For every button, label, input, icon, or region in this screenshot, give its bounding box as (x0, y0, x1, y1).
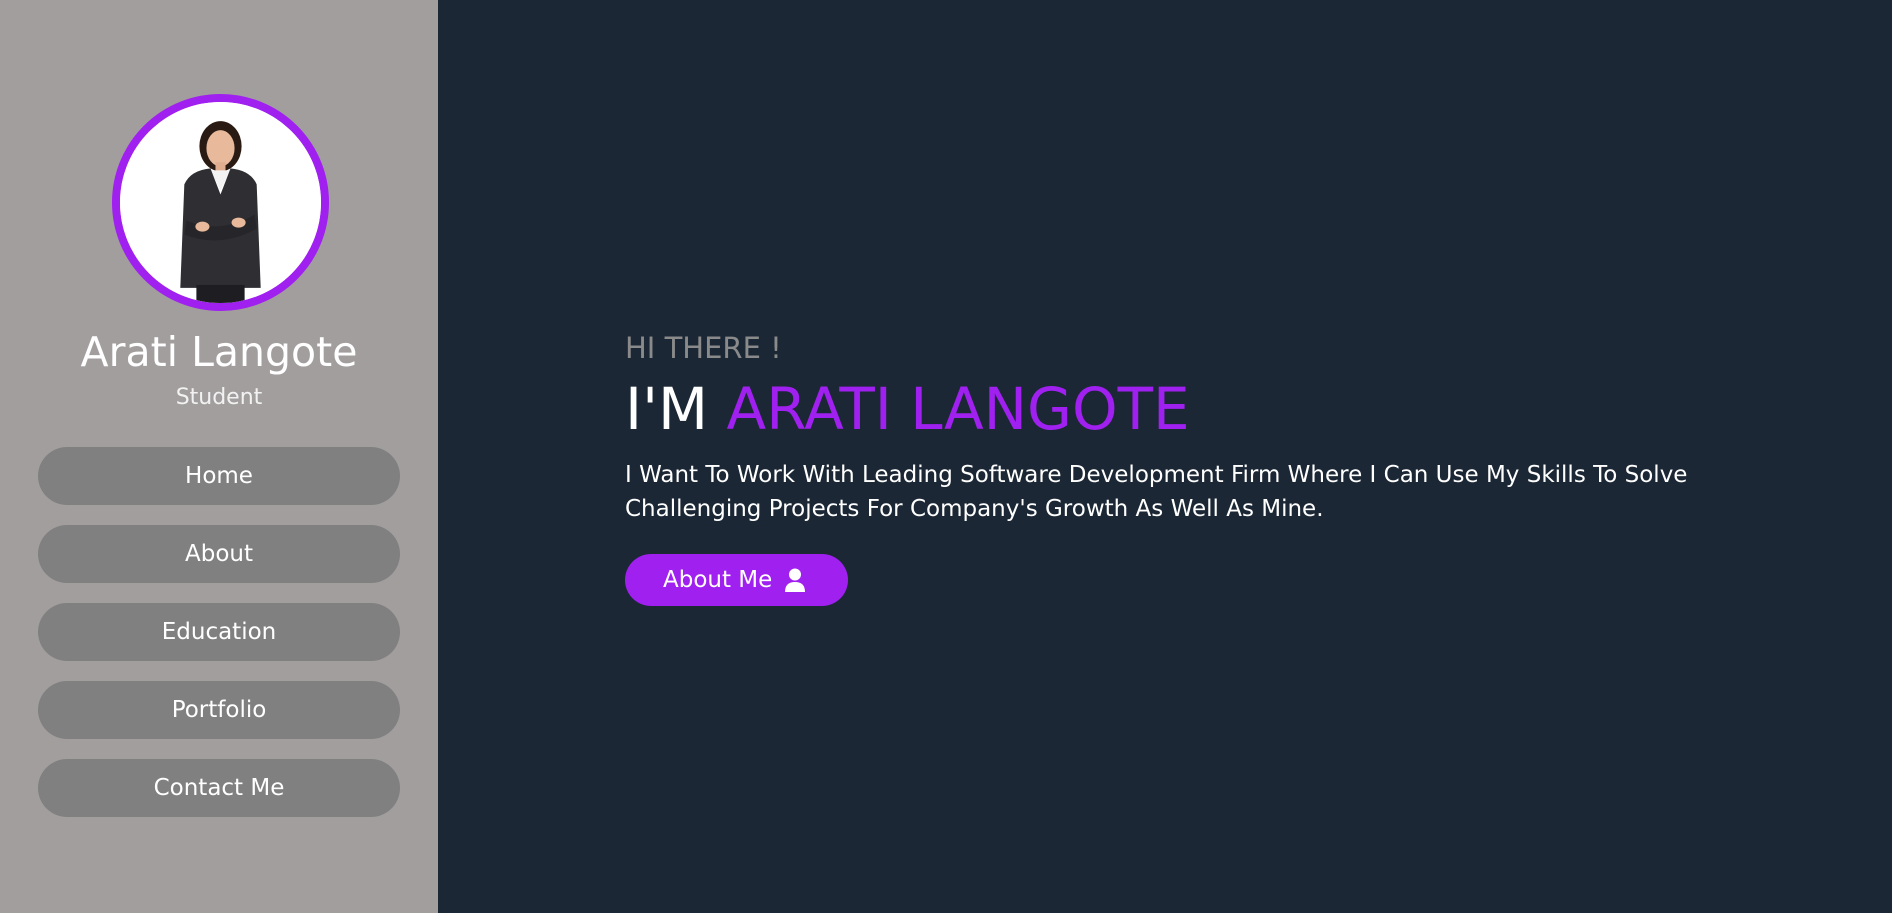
hero-tagline: I Want To Work With Leading Software Dev… (625, 462, 1688, 522)
page: Arati Langote Student Home About Educati… (0, 0, 1892, 913)
profile-photo (120, 102, 321, 303)
hero-headline: I'M ARATI LANGOTE (625, 374, 1805, 444)
profile-name: Arati Langote (80, 328, 358, 376)
main-content: HI THERE ! I'M ARATI LANGOTE I Want To W… (438, 0, 1892, 913)
hero-greeting: HI THERE ! (625, 331, 782, 365)
sidebar-nav: Home About Education Portfolio Contact M… (38, 447, 400, 837)
nav-home-button[interactable]: Home (38, 447, 400, 505)
nav-education-button[interactable]: Education (38, 603, 400, 661)
profile-role: Student (175, 385, 263, 410)
avatar (112, 94, 329, 311)
nav-about-button[interactable]: About (38, 525, 400, 583)
headline-prefix: I'M (625, 375, 709, 443)
about-me-button[interactable]: About Me (625, 554, 849, 606)
user-icon (784, 568, 806, 592)
about-me-label: About Me (663, 567, 773, 593)
sidebar: Arati Langote Student Home About Educati… (0, 0, 438, 913)
headline-name: ARATI LANGOTE (726, 375, 1190, 443)
nav-contact-button[interactable]: Contact Me (38, 759, 400, 817)
nav-portfolio-button[interactable]: Portfolio (38, 681, 400, 739)
hero-section: HI THERE ! I'M ARATI LANGOTE I Want To W… (625, 330, 1805, 606)
